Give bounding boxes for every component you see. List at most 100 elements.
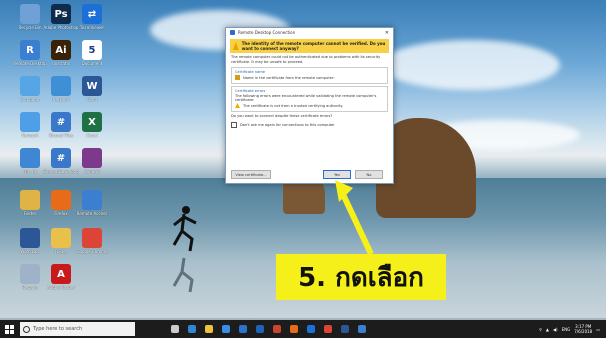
desktop-icon[interactable]: # Shared Files [45, 112, 77, 148]
folder-icon [51, 228, 71, 248]
desktop-icon[interactable]: Computer [14, 76, 46, 112]
recycle-bin-icon [20, 4, 40, 24]
view-certificate-button[interactable]: View certificate... [231, 170, 271, 179]
this-pc-icon [20, 148, 40, 168]
start-button[interactable] [0, 320, 18, 338]
word-icon: W [82, 76, 102, 96]
warning-banner: The identity of the remote computer cann… [230, 39, 389, 53]
desktop-icon[interactable]: Recycle Bin [14, 4, 46, 40]
word-taskbar-icon[interactable] [341, 325, 349, 333]
computer-icon [20, 76, 40, 96]
cert-name-heading: Certificate name [235, 70, 266, 74]
powerpoint-icon[interactable] [273, 325, 281, 333]
desktop-icon[interactable]: Firefox [45, 190, 77, 226]
desktop-icons: Recycle Bin Ps Adobe Photoshop ⇄ TeamViewer R… [0, 0, 110, 320]
desktop-icon[interactable]: Network [45, 76, 77, 112]
desktop-icon[interactable]: R Remote Desktop [13, 40, 47, 76]
firefox-taskbar-icon[interactable] [290, 325, 298, 333]
store-icon[interactable] [222, 325, 230, 333]
illustrator-icon: Ai [51, 40, 71, 60]
remote-icon: R [20, 40, 40, 60]
desktop-icon-label: Firefox [54, 211, 68, 216]
desktop-icon[interactable]: # Shared Download [43, 148, 79, 184]
dialog-title: Remote Desktop Connection [238, 30, 296, 35]
network2-icon [20, 112, 40, 132]
firefox-icon [51, 190, 71, 210]
desktop-icon[interactable]: W Word [76, 76, 108, 112]
desktop-icon-label: Shared Download [43, 169, 79, 174]
desktop-icon[interactable]: ⇄ TeamViewer [76, 4, 108, 40]
dont-ask-checkbox[interactable] [231, 122, 237, 128]
network-tray-icon[interactable]: ▲ [546, 327, 549, 332]
warning-icon [233, 42, 239, 50]
task-view-icon[interactable] [171, 325, 179, 333]
desktop-icon-label: Computer [20, 97, 40, 102]
system-tray: ⚲ ▲ ◀) ENG 3:17 PM 7/6/2018 ▭ [539, 324, 606, 334]
clock[interactable]: 3:17 PM 7/6/2018 [574, 324, 592, 334]
instruction-callout: 5. กดเลือก [276, 254, 446, 300]
outlook-icon[interactable] [256, 325, 264, 333]
cloud [380, 40, 560, 90]
search-placeholder: Type here to search [33, 326, 83, 332]
language-indicator[interactable]: ENG [562, 327, 571, 332]
intro-text: The remote computer could not be authent… [231, 55, 381, 64]
certificate-icon [235, 75, 240, 80]
dont-ask-checkbox-row[interactable]: Don't ask me again for connections to th… [231, 122, 388, 128]
shared-icon: # [51, 112, 71, 132]
desktop-icon-label: This PC [22, 169, 38, 174]
desktop-icon[interactable]: A Adobe Reader [45, 264, 77, 300]
desktop-icon[interactable]: Network [14, 112, 46, 148]
desktop-icon-label: WinRAR [84, 169, 100, 174]
recycle-icon [20, 264, 40, 284]
desktop-icon[interactable]: Folder [14, 190, 46, 226]
dont-ask-label: Don't ask me again for connections to th… [240, 123, 335, 127]
desktop-icon-label: Folder [54, 249, 68, 254]
notifications-icon[interactable]: ▭ [596, 327, 600, 332]
volume-icon[interactable]: ◀) [553, 327, 558, 332]
desktop-icon[interactable]: Ps Adobe Photoshop [44, 4, 78, 40]
desktop-icon[interactable]: Recycle [14, 264, 46, 300]
desktop-icon[interactable]: X Excel [76, 112, 108, 148]
desktop-icon-label: Word [86, 97, 98, 102]
teamviewer-icon: ⇄ [82, 4, 102, 24]
desktop-icon[interactable]: Folder [45, 228, 77, 264]
remote-desktop-dialog: Remote Desktop Connection ✕ The identity… [225, 27, 394, 184]
desktop-icon-label: Network [52, 97, 70, 102]
cert-errors-text: The following errors were encountered wh… [235, 94, 377, 102]
runner-silhouette [172, 206, 197, 252]
search-icon [23, 325, 30, 333]
desktop-icon-label: Shared Files [48, 133, 74, 138]
desktop-icon[interactable]: Word Doc [14, 228, 46, 264]
taskbar-apps [171, 325, 366, 333]
file-explorer-icon[interactable] [205, 325, 213, 333]
desktop-icon-label: Word Doc [20, 249, 40, 254]
taskbar: Type here to search ⚲ ▲ ◀) ENG 3:17 PM 7… [0, 320, 606, 338]
excel-icon: X [82, 112, 102, 132]
desktop-icon-label: Remote Desktop [13, 61, 47, 66]
desktop-icon[interactable]: Google Chrome [76, 228, 108, 264]
clock-date: 7/6/2018 [574, 329, 593, 334]
teamviewer-taskbar-icon[interactable] [307, 325, 315, 333]
taskbar-search[interactable]: Type here to search [20, 322, 135, 336]
folder-user-icon [20, 190, 40, 210]
certificate-errors-box: Certificate errors The following errors … [231, 86, 388, 112]
acrobat-icon: A [51, 264, 71, 284]
people-icon[interactable]: ⚲ [539, 327, 542, 332]
warning-small-icon [235, 103, 240, 108]
winrar-icon [82, 148, 102, 168]
close-icon[interactable]: ✕ [385, 30, 389, 36]
remote-desktop-taskbar-icon[interactable] [358, 325, 366, 333]
desktop-icon[interactable]: Ai Illustrator [45, 40, 77, 76]
desktop-icon[interactable]: WinRAR [76, 148, 108, 184]
pointer-arrow [335, 180, 374, 256]
desktop-icon[interactable]: This PC [14, 148, 46, 184]
cert-name-text: Name in the certificate from the remote … [243, 75, 335, 80]
mail-icon[interactable] [239, 325, 247, 333]
desktop-icon[interactable]: 5 Document [76, 40, 108, 76]
runner-reflection [172, 257, 194, 293]
edge-icon[interactable] [188, 325, 196, 333]
document-icon: 5 [82, 40, 102, 60]
desktop-icon-label: Folder [23, 211, 37, 216]
chrome-taskbar-icon[interactable] [324, 325, 332, 333]
desktop-icon[interactable]: Remote Access [76, 190, 108, 226]
